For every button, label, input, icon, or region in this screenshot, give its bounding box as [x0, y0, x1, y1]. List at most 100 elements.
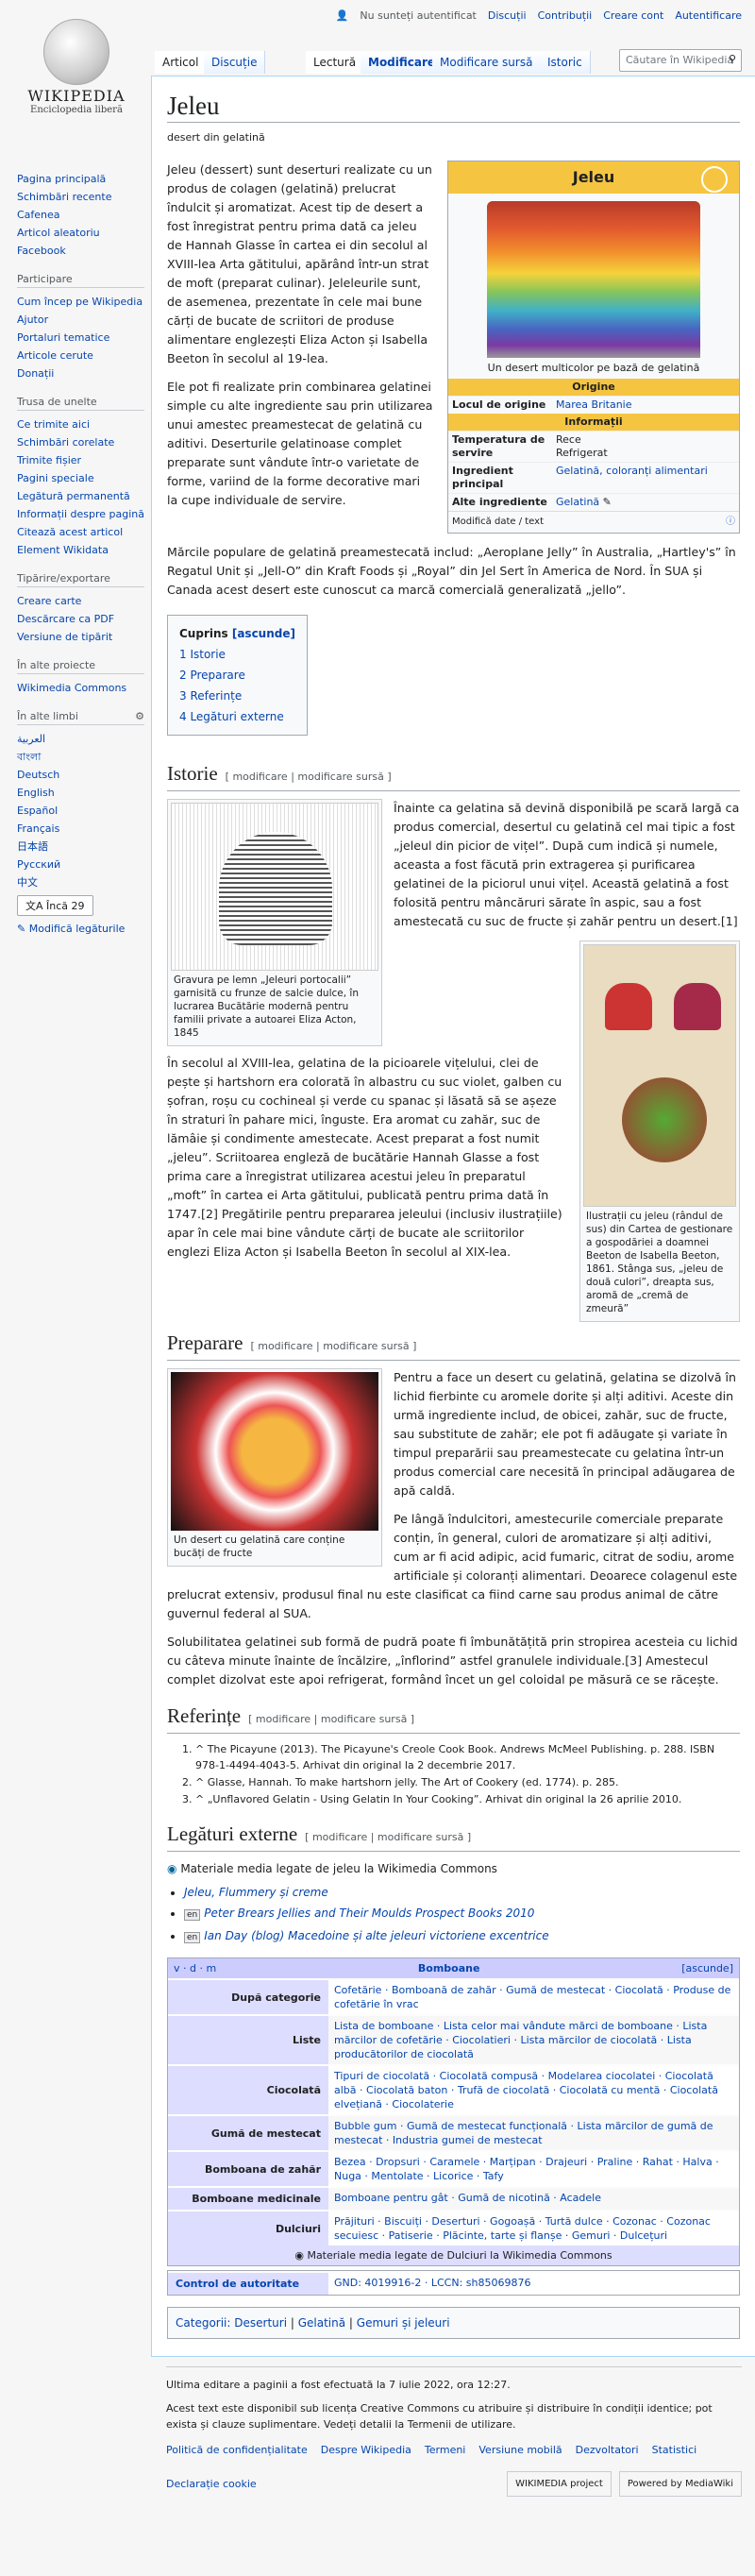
search-input[interactable]: Căutare în Wikipedia ⚲: [619, 49, 742, 72]
toc-item-3[interactable]: 3 Referințe: [179, 689, 242, 703]
tab-read[interactable]: Lectură: [306, 51, 365, 74]
categories-label[interactable]: Categorii:: [176, 2316, 230, 2330]
sidebar-item-tools-7[interactable]: Element Wikidata: [17, 541, 151, 559]
navbox-vde[interactable]: v · d · m: [174, 1961, 216, 1975]
more-languages-button[interactable]: 文A Încă 29: [17, 895, 93, 916]
footer-link-2[interactable]: Despre Wikipedia: [321, 2442, 411, 2458]
authority-key[interactable]: Control de autoritate: [168, 2273, 328, 2295]
sidebar-item-part-1[interactable]: Ajutor: [17, 311, 151, 329]
external-link-1[interactable]: Jeleu, Flummery și creme: [184, 1886, 328, 1899]
mediawiki-badge[interactable]: Powered by MediaWiki: [618, 2471, 742, 2497]
footer-link-1[interactable]: Politică de confidențialitate: [166, 2442, 308, 2458]
history-edit[interactable]: [ modificare | modificare sursă ]: [226, 771, 392, 783]
footer-link-5[interactable]: Dezvoltatori: [576, 2442, 639, 2458]
search-icon[interactable]: ⚲: [729, 53, 736, 65]
sidebar-item-main-4[interactable]: Facebook: [17, 242, 151, 260]
sidebar-item-tools-1[interactable]: Schimbări corelate: [17, 433, 151, 451]
navbox-commons[interactable]: Materiale media legate de Dulciuri la Wi…: [307, 2249, 612, 2262]
external-link-2[interactable]: Peter Brears Jellies and Their Moulds Pr…: [204, 1907, 534, 1920]
tab-article[interactable]: Articol: [155, 51, 208, 74]
navbox-row-links[interactable]: Prăjituri · Biscuiți · Deserturi · Gogoa…: [328, 2212, 739, 2246]
sidebar-item-tools-6[interactable]: Citează acest articol: [17, 523, 151, 541]
sidebar-item-langs-8[interactable]: 中文: [17, 873, 151, 891]
sidebar: Pagina principală Schimbări recente Cafene…: [0, 170, 151, 951]
sidebar-item-proj-0[interactable]: Wikimedia Commons: [17, 679, 151, 697]
pencil-icon[interactable]: ✎: [603, 496, 612, 508]
navbox-row-links[interactable]: Bomboane pentru gât · Gumă de nicotină ·…: [328, 2188, 739, 2210]
engraving-image[interactable]: [171, 803, 378, 971]
tab-talk[interactable]: Discuție: [204, 51, 266, 74]
footer-link-3[interactable]: Termeni: [425, 2442, 465, 2458]
toc-toggle[interactable]: [ascunde]: [232, 627, 295, 640]
toc-item-4[interactable]: 4 Legături externe: [179, 710, 284, 723]
sidebar-item-main-3[interactable]: Articol aleatoriu: [17, 224, 151, 242]
category-link-2[interactable]: Gelatină: [298, 2316, 345, 2330]
sidebar-item-langs-2[interactable]: Deutsch: [17, 766, 151, 784]
sidebar-item-langs-4[interactable]: Español: [17, 802, 151, 820]
talk-link[interactable]: Discuții: [488, 9, 527, 22]
toc-item-2[interactable]: 2 Preparare: [179, 669, 245, 682]
external-link-3[interactable]: Ian Day (blog) Macedoine și alte jeleuri…: [204, 1929, 548, 1942]
sidebar-item-langs-6[interactable]: 日本語: [17, 838, 151, 856]
external-links-list: Jeleu, Flummery și cremeenPeter Brears J…: [184, 1882, 740, 1948]
authority-value[interactable]: GND: 4019916-2 · LCCN: sh85069876: [328, 2273, 739, 2295]
navbox-row-links[interactable]: Tipuri de ciocolată · Ciocolată compusă …: [328, 2066, 739, 2114]
category-link-1[interactable]: Deserturi: [234, 2316, 287, 2330]
footer-link-4[interactable]: Versiune mobilă: [478, 2442, 562, 2458]
sidebar-item-tools-2[interactable]: Trimite fișier: [17, 451, 151, 469]
sidebar-item-langs-1[interactable]: বাংলা: [17, 748, 151, 766]
other-ingredient-link[interactable]: Gelatină: [556, 496, 599, 508]
category-link-3[interactable]: Gemuri și jeleuri: [357, 2316, 450, 2330]
sidebar-item-main-2[interactable]: Cafenea: [17, 206, 151, 224]
navbox-toggle[interactable]: [ascunde]: [681, 1961, 733, 1975]
sidebar-item-main-0[interactable]: Pagina principală: [17, 170, 151, 188]
navbox-row: Liste Lista de bomboane · Lista celor mai…: [168, 2014, 739, 2064]
sidebar-item-part-3[interactable]: Articole cerute: [17, 347, 151, 364]
origin-link[interactable]: Marea Britanie: [556, 398, 632, 412]
info-icon[interactable]: ⓘ: [726, 516, 735, 529]
sidebar-item-main-1[interactable]: Schimbări recente: [17, 188, 151, 206]
edit-links[interactable]: ✎ Modifică legăturile: [17, 920, 151, 938]
references-edit[interactable]: [ modificare | modificare sursă ]: [248, 1713, 414, 1725]
sidebar-item-part-0[interactable]: Cum încep pe Wikipedia: [17, 293, 151, 311]
sidebar-item-tools-5[interactable]: Informații despre pagină: [17, 505, 151, 523]
fruit-jelly-image[interactable]: [171, 1372, 378, 1531]
gear-icon[interactable]: ⚙: [135, 710, 144, 722]
sidebar-item-tools-3[interactable]: Pagini speciale: [17, 469, 151, 487]
cookie-link[interactable]: Declarație cookie: [166, 2476, 257, 2492]
tab-history[interactable]: Istoric: [540, 51, 591, 74]
footer-link-6[interactable]: Statistici: [652, 2442, 697, 2458]
contributions-link[interactable]: Contribuții: [538, 9, 593, 22]
toc-item-1[interactable]: 1 Istorie: [179, 648, 226, 661]
sidebar-item-langs-7[interactable]: Русский: [17, 856, 151, 873]
sidebar-item-langs-5[interactable]: Français: [17, 820, 151, 838]
sidebar-item-langs-0[interactable]: العربية: [17, 730, 151, 748]
tab-edit[interactable]: Modificare: [361, 51, 445, 74]
external-links-edit[interactable]: [ modificare | modificare sursă ]: [305, 1831, 471, 1843]
create-account-link[interactable]: Creare cont: [603, 9, 663, 22]
navbox-title[interactable]: Bomboane: [418, 1961, 480, 1975]
sidebar-item-print-1[interactable]: Descărcare ca PDF: [17, 610, 151, 628]
beeton-image[interactable]: [583, 944, 736, 1207]
navbox-row-links[interactable]: Cofetărie · Bomboană de zahăr · Gumă de …: [328, 1980, 739, 2014]
origin-heading: Origine: [448, 379, 739, 396]
infobox-edit-links[interactable]: Modifică date / text: [452, 516, 544, 529]
sidebar-item-print-0[interactable]: Creare carte: [17, 592, 151, 610]
sidebar-item-print-2[interactable]: Versiune de tipărit: [17, 628, 151, 646]
preparation-edit[interactable]: [ modificare | modificare sursă ]: [250, 1340, 416, 1352]
sidebar-item-tools-0[interactable]: Ce trimite aici: [17, 415, 151, 433]
wikimedia-badge[interactable]: WIKIMEDIA project: [507, 2471, 612, 2497]
navbox-row-links[interactable]: Bezea · Dropsuri · Caramele · Marțipan ·…: [328, 2152, 739, 2186]
sidebar-item-part-2[interactable]: Portaluri tematice: [17, 329, 151, 347]
commons-link[interactable]: Materiale media legate de jeleu la Wikim…: [180, 1862, 497, 1875]
sidebar-item-tools-4[interactable]: Legătură permanentă: [17, 487, 151, 505]
navbox-row-links[interactable]: Bubble gum · Gumă de mestecat funcțional…: [328, 2116, 739, 2150]
tab-edit-source[interactable]: Modificare sursă: [432, 51, 542, 74]
login-link[interactable]: Autentificare: [675, 9, 742, 22]
infobox-image[interactable]: [487, 201, 700, 358]
navbox-row-links[interactable]: Lista de bomboane · Lista celor mai vând…: [328, 2016, 739, 2064]
wikipedia-logo[interactable]: WIKIPEDIA Enciclopedia liberă: [15, 13, 138, 115]
sidebar-item-langs-3[interactable]: English: [17, 784, 151, 802]
main-ingredient-link[interactable]: Gelatină, coloranți alimentari: [556, 465, 726, 491]
sidebar-item-part-4[interactable]: Donații: [17, 364, 151, 382]
